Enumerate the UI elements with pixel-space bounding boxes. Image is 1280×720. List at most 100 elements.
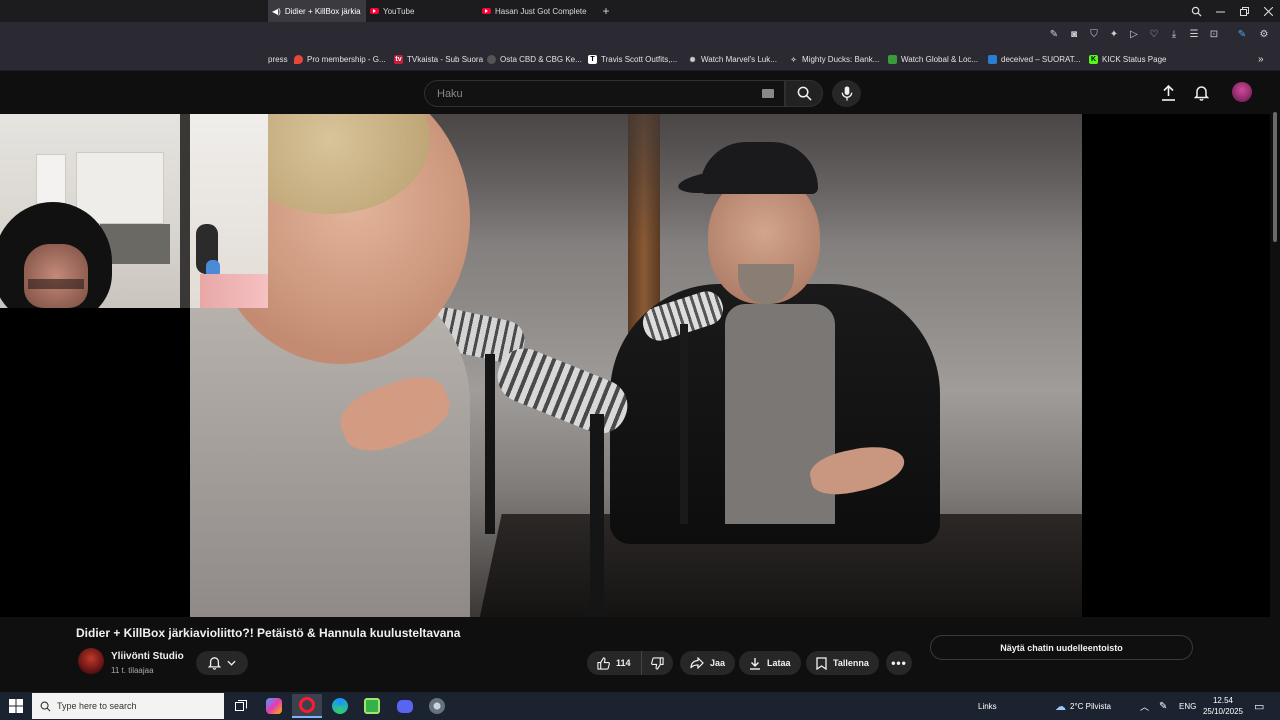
tab-label: YouTube	[383, 6, 415, 16]
page-scrollbar[interactable]	[1270, 72, 1280, 692]
heart-icon[interactable]: ♡	[1147, 27, 1161, 41]
duck-icon: ✧	[790, 56, 797, 64]
steam-icon[interactable]	[422, 694, 452, 718]
download-button[interactable]: Lataa	[739, 651, 801, 675]
video-frame	[190, 114, 1082, 617]
show-chat-replay-button[interactable]: Näytä chatin uudelleentoisto	[930, 635, 1193, 660]
youtube-favicon-icon	[482, 8, 491, 14]
menu-icon[interactable]: ☰	[1187, 27, 1201, 41]
microphone-icon	[841, 86, 852, 101]
chevron-right-icon[interactable]: »	[1258, 48, 1264, 71]
edge-browser-icon[interactable]	[325, 694, 355, 718]
share-button[interactable]: Jaa	[680, 651, 736, 675]
tab-hasan[interactable]: Hasan Just Got Complete	[478, 0, 590, 22]
more-actions-button[interactable]: •••	[886, 651, 912, 675]
bookmark-item[interactable]: Osta CBD & CBG Ke...	[487, 48, 582, 71]
search-tabs-icon[interactable]	[1184, 0, 1208, 22]
task-view-icon[interactable]	[226, 694, 256, 718]
bookmark-item[interactable]: press	[268, 48, 288, 71]
taskbar-search-input[interactable]: Type here to search	[32, 693, 224, 719]
save-button[interactable]: Tallenna	[806, 651, 879, 675]
browser-toolbar: ✎ ◙ ⛉ ✦ ▷ ♡ ⤓ ☰ ⊡ ✎ ⚙	[0, 22, 1280, 48]
edit-icon[interactable]: ✎	[1047, 27, 1061, 41]
blue-square-icon	[988, 55, 997, 64]
bookmarks-bar: press Pro membership - G... tv TVkaista -…	[0, 48, 1280, 71]
bookmark-item[interactable]: K KICK Status Page	[1089, 48, 1166, 71]
download-icon[interactable]: ⤓	[1167, 27, 1181, 41]
links-toolbar[interactable]: Links	[978, 692, 997, 720]
thumbs-down-icon	[651, 656, 664, 670]
tab-label: Didier + KillBox järkia	[284, 6, 361, 16]
bell-icon	[208, 657, 221, 670]
kick-icon: K	[1089, 55, 1098, 64]
youtube-header: Haku	[0, 72, 1280, 114]
new-tab-button[interactable]: +	[598, 0, 614, 22]
share-icon	[690, 657, 704, 669]
bookmark-item[interactable]: T Travis Scott Outfits,...	[588, 48, 677, 71]
spinner-icon: ✺	[689, 56, 696, 64]
scrollbar-thumb[interactable]	[1273, 112, 1277, 242]
notifications-bell-icon[interactable]	[1194, 85, 1209, 101]
green-app-icon[interactable]	[357, 694, 387, 718]
lock-icon[interactable]: ⊡	[1207, 27, 1221, 41]
chevron-up-icon[interactable]: ︿	[1140, 692, 1149, 720]
discord-icon[interactable]	[390, 694, 420, 718]
play-icon[interactable]: ▷	[1127, 27, 1141, 41]
minimize-icon[interactable]	[1208, 0, 1232, 22]
bookmark-item[interactable]: Watch Global & Loc...	[888, 48, 978, 71]
like-button[interactable]: 114	[587, 651, 641, 675]
twitch-icon	[888, 55, 897, 64]
keyboard-icon[interactable]	[762, 89, 774, 98]
youtube-favicon-icon	[370, 8, 379, 14]
search-icon	[40, 701, 51, 711]
tab-didier-killbox[interactable]: ◀) Didier + KillBox järkia	[268, 0, 366, 22]
account-avatar[interactable]	[1232, 82, 1252, 102]
speaker-icon: ◀)	[272, 6, 281, 16]
chevron-down-icon	[227, 660, 236, 666]
search-input[interactable]: Haku	[424, 80, 785, 107]
bookmark-add-icon	[816, 656, 827, 670]
video-player[interactable]	[0, 114, 1270, 617]
pen-icon[interactable]: ✎	[1159, 692, 1167, 720]
channel-name[interactable]: Yliivönti Studio	[111, 651, 184, 662]
download-icon	[750, 657, 760, 670]
weather-widget[interactable]: ☁ 2°C Pilvista	[1055, 692, 1111, 720]
upload-icon[interactable]	[1161, 85, 1176, 101]
subscriber-count: 11 t. tilaajaa	[111, 666, 154, 675]
tv-icon: tv	[394, 55, 403, 64]
widgets-icon[interactable]	[259, 694, 289, 718]
location-pin-icon	[294, 55, 303, 64]
translate-icon[interactable]: ✎	[1235, 27, 1249, 41]
shield-icon[interactable]: ⛉	[1087, 27, 1101, 41]
thumbs-up-icon	[597, 656, 610, 670]
tab-label: Hasan Just Got Complete	[495, 6, 587, 16]
dislike-button[interactable]	[641, 651, 673, 675]
clock[interactable]: 12.54 25/10/2025	[1201, 692, 1245, 720]
settings-icon[interactable]: ⚙	[1257, 27, 1271, 41]
subscription-bell-button[interactable]	[196, 651, 248, 675]
start-button[interactable]	[0, 692, 32, 720]
like-count: 114	[616, 658, 631, 668]
search-icon	[797, 86, 812, 101]
bookmark-item[interactable]: deceived – SUORAT...	[988, 48, 1080, 71]
bookmark-item[interactable]: ✧ Mighty Ducks: Bank...	[789, 48, 880, 71]
notification-center-icon[interactable]: ▭	[1254, 692, 1264, 720]
close-icon[interactable]	[1256, 0, 1280, 22]
video-title: Didier + KillBox järkiavioliitto?! Petäi…	[76, 626, 461, 640]
tab-youtube[interactable]: YouTube	[366, 0, 476, 22]
voice-search-button[interactable]	[832, 80, 861, 107]
opera-browser-icon[interactable]	[292, 694, 322, 718]
t-icon: T	[588, 55, 597, 64]
cloud-icon: ☁	[1055, 700, 1066, 713]
restore-icon[interactable]	[1232, 0, 1256, 22]
bookmark-item[interactable]: Pro membership - G...	[294, 48, 386, 71]
more-horizontal-icon: •••	[891, 656, 907, 670]
webcam-overlay	[0, 114, 268, 308]
extension-icon[interactable]: ✦	[1107, 27, 1121, 41]
search-button[interactable]	[785, 80, 823, 107]
camera-icon[interactable]: ◙	[1067, 27, 1081, 41]
channel-avatar[interactable]	[78, 648, 104, 674]
bookmark-item[interactable]: tv TVkaista - Sub Suora	[394, 48, 483, 71]
bookmark-item[interactable]: ✺ Watch Marvel's Luk...	[688, 48, 777, 71]
language-indicator[interactable]: ENG	[1179, 692, 1196, 720]
